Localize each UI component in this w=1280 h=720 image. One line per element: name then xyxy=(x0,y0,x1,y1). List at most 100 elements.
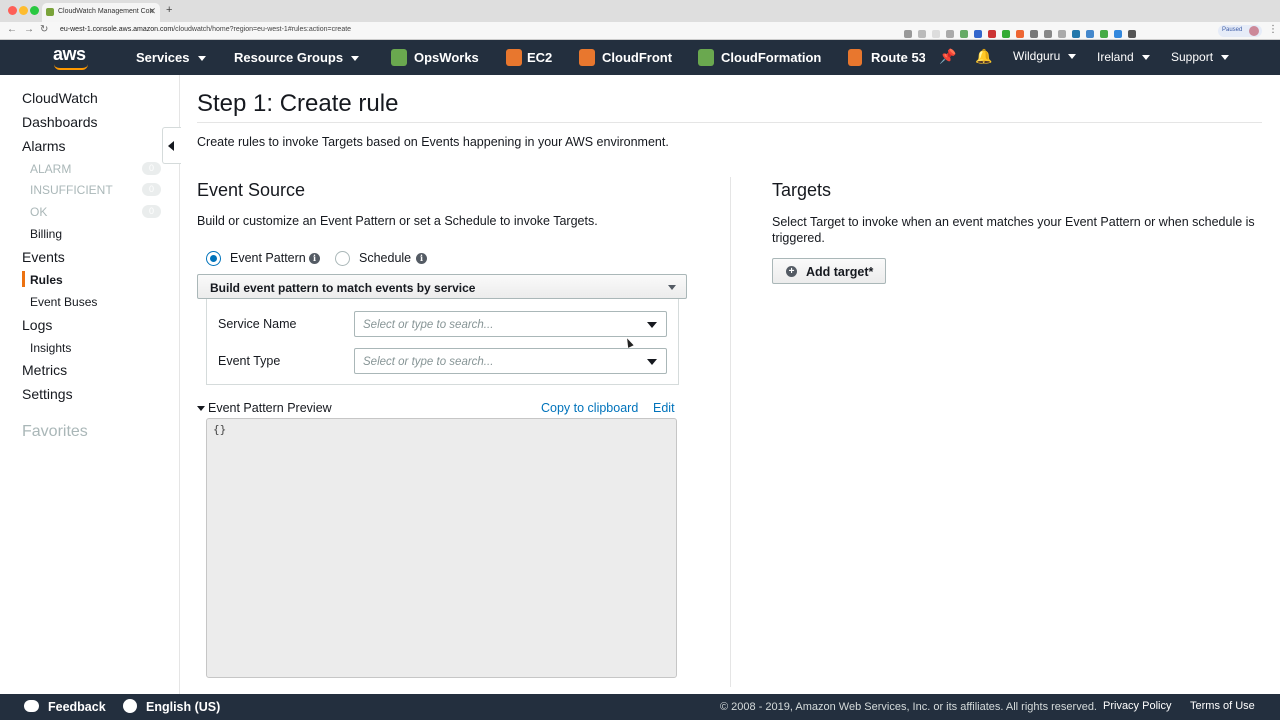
console-footer: Feedback English (US) © 2008 - 2019, Ama… xyxy=(0,694,1280,720)
preview-label: Event Pattern Preview xyxy=(208,401,332,415)
extension-icon[interactable] xyxy=(1002,30,1010,38)
extension-icon[interactable] xyxy=(1086,30,1094,38)
cloudfront-shortcut[interactable]: CloudFront xyxy=(602,50,672,65)
profile-paused-badge[interactable]: Paused xyxy=(1218,25,1262,37)
minimize-window-icon[interactable] xyxy=(19,6,28,15)
extension-icon[interactable] xyxy=(932,30,940,38)
opsworks-shortcut[interactable]: OpsWorks xyxy=(414,50,479,65)
active-indicator xyxy=(22,271,25,287)
cloudformation-shortcut[interactable]: CloudFormation xyxy=(721,50,821,65)
add-target-button[interactable]: + Add target* xyxy=(772,258,886,284)
sidebar: CloudWatch Dashboards Alarms ALARM 0 INS… xyxy=(0,75,180,694)
sidebar-item-metrics[interactable]: Metrics xyxy=(22,362,67,378)
services-menu[interactable]: Services xyxy=(136,50,206,65)
sidebar-item-settings[interactable]: Settings xyxy=(22,386,73,402)
copy-to-clipboard-link[interactable]: Copy to clipboard xyxy=(541,401,638,415)
sidebar-item-cloudwatch[interactable]: CloudWatch xyxy=(22,90,98,106)
sidebar-item-event-buses[interactable]: Event Buses xyxy=(30,295,97,309)
url-field[interactable]: eu-west-1.console.aws.amazon.com/cloudwa… xyxy=(60,24,351,33)
extension-icon[interactable] xyxy=(946,30,954,38)
resource-groups-menu[interactable]: Resource Groups xyxy=(234,50,360,65)
reload-icon[interactable]: ↻ xyxy=(40,24,48,35)
sidebar-item-logs[interactable]: Logs xyxy=(22,317,52,333)
sidebar-item-rules[interactable]: Rules xyxy=(30,273,63,287)
column-divider xyxy=(730,177,731,687)
sidebar-item-dashboards[interactable]: Dashboards xyxy=(22,114,98,130)
region-menu[interactable]: Ireland xyxy=(1097,50,1150,64)
aws-logo[interactable]: aws xyxy=(53,44,86,65)
chevron-down-icon xyxy=(1068,54,1077,60)
maximize-window-icon[interactable] xyxy=(30,6,39,15)
browser-tab-strip: CloudWatch Management Con ✕ + xyxy=(0,0,1280,22)
language-selector[interactable]: English (US) xyxy=(146,700,220,714)
collapse-sidebar-button[interactable] xyxy=(162,127,181,164)
event-pattern-preview-code[interactable]: {} xyxy=(206,418,677,678)
route53-icon[interactable] xyxy=(848,49,862,66)
cloudformation-icon[interactable] xyxy=(698,49,714,66)
extension-icon[interactable] xyxy=(1044,30,1052,38)
extension-icon[interactable] xyxy=(1016,30,1024,38)
event-pattern-preview-toggle[interactable]: Event Pattern Preview xyxy=(197,401,332,415)
event-type-select[interactable]: Select or type to search... xyxy=(354,348,667,374)
support-menu[interactable]: Support xyxy=(1171,50,1230,64)
caret-down-icon xyxy=(197,406,205,412)
route53-shortcut[interactable]: Route 53 xyxy=(871,50,925,65)
schedule-label[interactable]: Schedule xyxy=(359,251,411,265)
star-icon[interactable] xyxy=(918,30,926,38)
event-source-heading: Event Source xyxy=(197,180,306,200)
pattern-builder-select[interactable]: Build event pattern to match events by s… xyxy=(197,274,687,299)
event-pattern-radio[interactable] xyxy=(206,251,221,266)
new-tab-icon[interactable]: + xyxy=(166,4,172,16)
terms-of-use-link[interactable]: Terms of Use xyxy=(1190,700,1255,712)
region-name: Ireland xyxy=(1097,50,1134,64)
info-icon[interactable]: i xyxy=(309,253,320,264)
extension-icon[interactable] xyxy=(960,30,968,38)
sidebar-favorites-heading: Favorites xyxy=(22,423,88,440)
extension-icon[interactable] xyxy=(988,30,996,38)
browser-menu-icon[interactable]: ⋮ xyxy=(1268,24,1278,35)
url-path: /cloudwatch/home?region=eu-west-1#rules:… xyxy=(173,26,352,33)
back-icon[interactable]: ← xyxy=(7,24,17,35)
browser-tab[interactable]: CloudWatch Management Con ✕ xyxy=(42,3,160,22)
sidebar-item-insights[interactable]: Insights xyxy=(30,341,71,355)
extension-icons xyxy=(904,25,1204,38)
close-window-icon[interactable] xyxy=(8,6,17,15)
privacy-policy-link[interactable]: Privacy Policy xyxy=(1103,700,1171,712)
feedback-button[interactable]: Feedback xyxy=(48,700,106,714)
sidebar-item-events[interactable]: Events xyxy=(22,249,65,265)
extension-icon[interactable] xyxy=(1128,30,1136,38)
pin-icon[interactable]: 📌 xyxy=(939,48,956,65)
sidebar-item-alarms[interactable]: Alarms xyxy=(22,138,66,154)
forward-icon[interactable]: → xyxy=(24,24,34,35)
edit-link[interactable]: Edit xyxy=(653,401,675,415)
sidebar-item-ok[interactable]: OK xyxy=(30,205,47,219)
schedule-radio[interactable] xyxy=(335,251,350,266)
cloudfront-icon[interactable] xyxy=(579,49,595,66)
ec2-shortcut[interactable]: EC2 xyxy=(527,50,552,65)
plus-circle-icon: + xyxy=(786,266,797,277)
aws-top-nav: aws Services Resource Groups OpsWorks EC… xyxy=(0,40,1280,75)
services-label: Services xyxy=(136,50,190,65)
copyright-text: © 2008 - 2019, Amazon Web Services, Inc.… xyxy=(720,701,1097,713)
ec2-icon[interactable] xyxy=(506,49,522,66)
info-icon[interactable]: i xyxy=(416,253,427,264)
opsworks-icon[interactable] xyxy=(391,49,407,66)
account-menu[interactable]: Wildguru xyxy=(1013,49,1077,63)
event-pattern-label[interactable]: Event Pattern xyxy=(230,251,306,265)
extension-icon[interactable] xyxy=(1072,30,1080,38)
sidebar-item-billing[interactable]: Billing xyxy=(30,227,62,241)
bell-icon[interactable]: 🔔 xyxy=(975,48,992,65)
extension-icon[interactable] xyxy=(1030,30,1038,38)
sidebar-item-insufficient[interactable]: INSUFFICIENT xyxy=(30,183,113,197)
ok-count-badge: 0 xyxy=(142,205,161,218)
extension-icon[interactable] xyxy=(974,30,982,38)
targets-heading: Targets xyxy=(772,180,832,200)
zoom-icon[interactable] xyxy=(904,30,912,38)
extension-icon[interactable] xyxy=(1114,30,1122,38)
service-name-select[interactable]: Select or type to search... xyxy=(354,311,667,337)
tab-close-icon[interactable]: ✕ xyxy=(148,6,156,17)
chevron-down-icon xyxy=(197,56,206,62)
extension-icon[interactable] xyxy=(1100,30,1108,38)
extension-icon[interactable] xyxy=(1058,30,1066,38)
sidebar-item-alarm[interactable]: ALARM xyxy=(30,162,71,176)
